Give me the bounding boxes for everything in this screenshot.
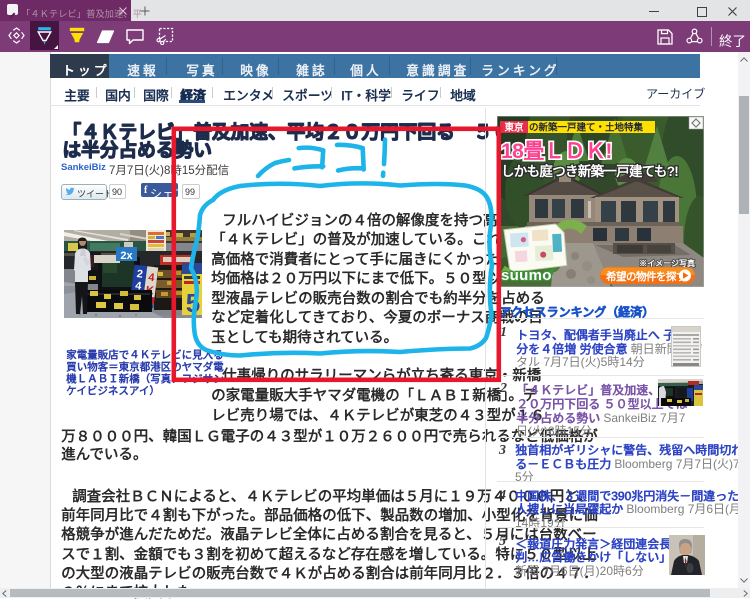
svg-text:5: 5 (186, 288, 200, 318)
svg-text:18畳ＬＤＫ!: 18畳ＬＤＫ! (501, 140, 612, 163)
svg-text:の新築一戸建て・土地特集: の新築一戸建て・土地特集 (529, 122, 644, 134)
svg-text:2x: 2x (120, 250, 133, 262)
svg-text:東京: 東京 (503, 122, 524, 134)
svg-text:※イメージ写真: ※イメージ写真 (639, 258, 695, 268)
svg-text:希望の物件を探す: 希望の物件を探す (605, 270, 686, 283)
svg-text:suumo: suumo (501, 267, 552, 284)
svg-text:しかも庭つき新築一戸建ても?!: しかも庭つき新築一戸建ても?! (501, 163, 678, 179)
